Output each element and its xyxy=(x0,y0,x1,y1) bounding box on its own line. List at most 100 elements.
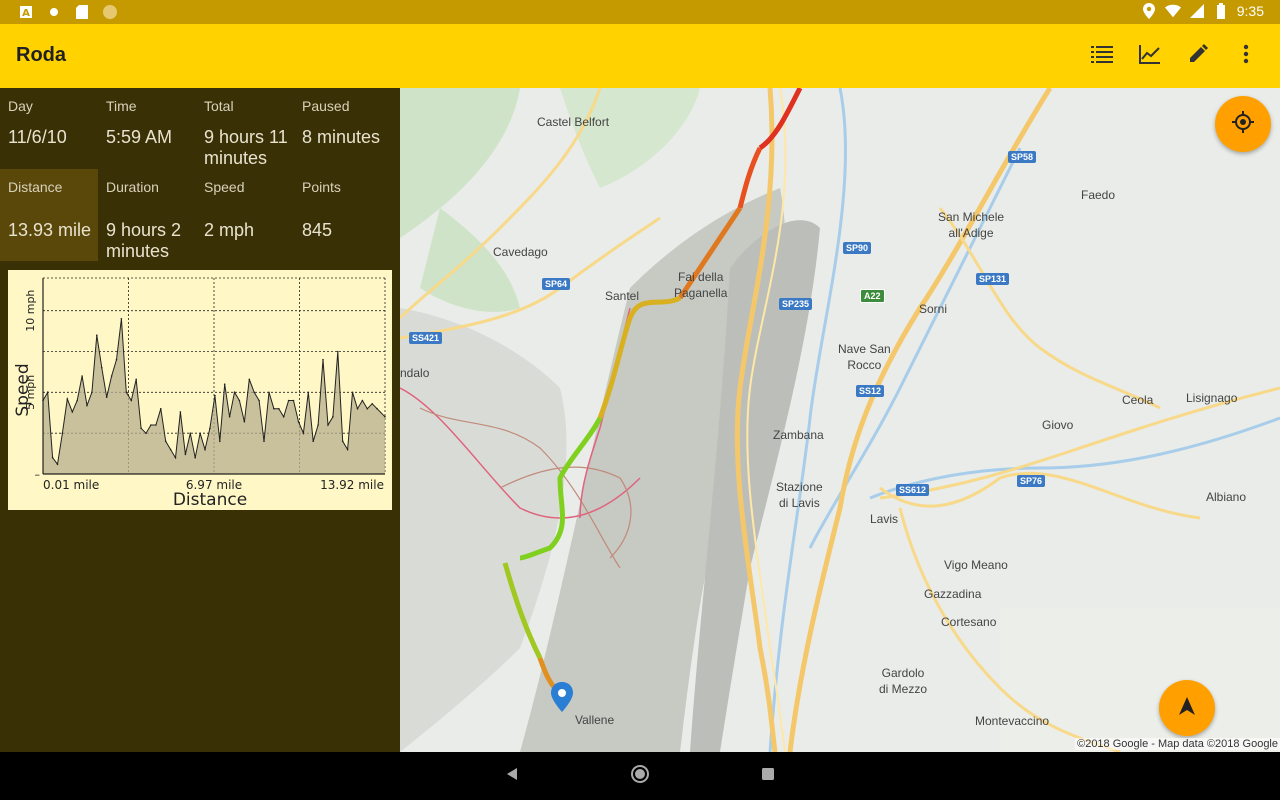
stat-paused: Paused 8 minutes xyxy=(294,88,392,169)
place-label: Lavis xyxy=(870,512,899,526)
recents-button[interactable] xyxy=(756,764,780,788)
speed-point xyxy=(164,440,167,443)
place-label: Zambana xyxy=(773,428,824,442)
stat-day: Day 11/6/10 xyxy=(0,88,98,169)
x-axis-label: Distance xyxy=(173,490,247,510)
speed-point xyxy=(273,407,275,410)
road-shield: SP90 xyxy=(843,242,872,254)
sd-card-icon xyxy=(74,4,90,20)
speed-point xyxy=(351,391,354,394)
circle-icon xyxy=(102,4,118,20)
stat-time: Time 5:59 AM xyxy=(98,88,196,169)
road-shield: SS12 xyxy=(856,385,885,397)
speed-point xyxy=(346,448,349,451)
map-view[interactable]: Castel Belfort Faedo San Michele all'Adi… xyxy=(400,88,1280,752)
road-shield: SP131 xyxy=(976,273,1010,285)
stat-label: Distance xyxy=(8,179,63,195)
place-label: Fai della Paganella xyxy=(674,270,728,300)
chart-button[interactable] xyxy=(1126,32,1174,80)
speed-point xyxy=(233,391,236,394)
stat-value: 13.93 mile xyxy=(8,220,92,240)
stat-total: Total 9 hours 11 minutes xyxy=(196,88,294,169)
place-label: Montevaccino xyxy=(975,714,1050,728)
speed-point xyxy=(179,411,182,413)
crosshair-icon xyxy=(1231,110,1255,139)
my-location-button[interactable] xyxy=(1215,96,1271,152)
stat-label: Paused xyxy=(302,98,350,114)
y-axis-label: Speed xyxy=(13,363,33,416)
recents-square-icon xyxy=(761,767,775,786)
list-icon xyxy=(1091,44,1113,69)
stat-duration[interactable]: Duration 9 hours 2 minutes xyxy=(98,169,196,261)
speed-point xyxy=(184,453,187,456)
stat-points[interactable]: Points 845 xyxy=(294,169,392,261)
more-icon xyxy=(1243,44,1249,69)
speed-point xyxy=(366,407,369,410)
place-label: San Michele all'Adige xyxy=(938,210,1005,240)
place-label: Giovo xyxy=(1042,418,1074,432)
navigation-arrow-icon xyxy=(1177,696,1197,721)
stat-label: Duration xyxy=(106,179,159,195)
speed-point xyxy=(140,427,142,430)
speed-point xyxy=(312,440,315,443)
stat-value: 11/6/10 xyxy=(8,127,67,147)
speed-point xyxy=(337,350,339,353)
speed-point xyxy=(253,391,255,394)
place-label: Sorni xyxy=(919,302,948,316)
place-label: Lisignago xyxy=(1186,391,1238,405)
speed-point xyxy=(199,432,201,434)
speed-point xyxy=(307,391,310,394)
speed-point xyxy=(322,358,324,361)
speed-point xyxy=(292,399,295,402)
battery-icon xyxy=(1213,3,1229,19)
speed-point xyxy=(51,456,54,459)
speed-point xyxy=(145,432,147,434)
speed-point xyxy=(96,334,98,336)
speed-point xyxy=(371,403,374,405)
back-triangle-icon xyxy=(505,767,519,786)
speed-point xyxy=(341,440,344,443)
stat-label: Time xyxy=(106,98,137,114)
place-label: Cortesano xyxy=(941,615,997,629)
stat-label: Points xyxy=(302,179,341,195)
location-icon xyxy=(1141,3,1157,19)
speed-point xyxy=(194,456,196,459)
chart-icon xyxy=(1139,44,1161,69)
speed-distance-chart[interactable]: 5 mph 10 mph – 0.01 mile 6.97 mile 13.92… xyxy=(8,270,392,510)
more-button[interactable] xyxy=(1222,32,1270,80)
speed-point xyxy=(130,399,133,402)
status-bar: A 9:35 xyxy=(0,0,1280,24)
speed-point xyxy=(86,404,88,407)
speed-point xyxy=(110,375,113,377)
speed-point xyxy=(125,391,128,394)
speed-point xyxy=(189,432,192,434)
back-button[interactable] xyxy=(500,764,524,788)
stat-distance[interactable]: Distance 13.93 mile xyxy=(0,169,98,261)
chart-svg: 5 mph 10 mph – 0.01 mile 6.97 mile 13.92… xyxy=(13,277,386,510)
stat-speed[interactable]: Speed 2 mph xyxy=(196,169,294,261)
home-button[interactable] xyxy=(628,764,652,788)
list-button[interactable] xyxy=(1078,32,1126,80)
road-shield: SP76 xyxy=(1017,475,1046,487)
stat-value: 9 hours 2 minutes xyxy=(106,220,182,261)
road-shield: A22 xyxy=(860,289,885,303)
signal-icon xyxy=(1189,3,1205,19)
edit-icon xyxy=(1188,43,1208,69)
speed-point xyxy=(263,440,265,443)
speed-point xyxy=(150,424,152,426)
stat-value: 8 minutes xyxy=(302,127,381,147)
track-stats-panel: Day 11/6/10 Time 5:59 AM Total 9 hours 1… xyxy=(0,88,400,752)
speed-point xyxy=(71,411,74,413)
speed-point xyxy=(268,391,270,394)
x-tick-label: 0.01 mile xyxy=(43,478,99,492)
place-label: Albiano xyxy=(1206,490,1247,504)
navigate-button[interactable] xyxy=(1159,680,1215,736)
place-label: Santel xyxy=(605,289,640,303)
place-label: Ceola xyxy=(1122,393,1154,407)
system-nav-bar xyxy=(0,752,1280,800)
speed-point xyxy=(356,407,359,410)
edit-button[interactable] xyxy=(1174,32,1222,80)
speed-point xyxy=(278,407,280,410)
road-shield: SP58 xyxy=(1008,151,1037,163)
speed-point xyxy=(204,448,206,451)
